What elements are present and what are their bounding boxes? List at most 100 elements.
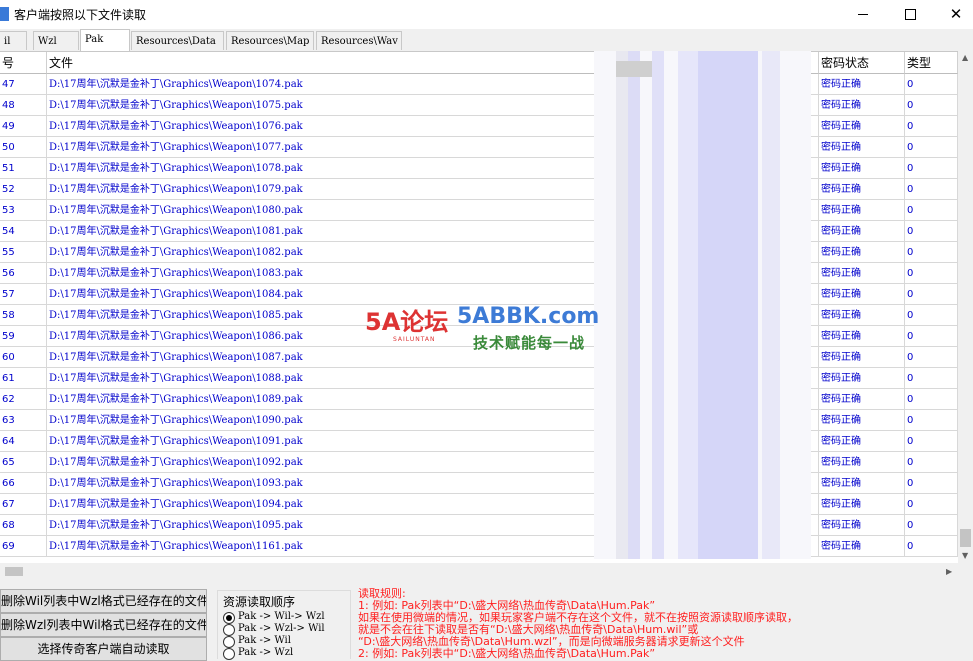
cell-type: 0: [905, 347, 958, 368]
tab-pak[interactable]: Pak: [80, 29, 130, 51]
cell-status: 密码正确: [819, 305, 905, 326]
scroll-thumb[interactable]: [960, 529, 971, 547]
table-row[interactable]: 54 D:\17周年\沉默是金补丁\Graphics\Weapon\1081.pa…: [0, 221, 958, 242]
cell-type: 0: [905, 263, 958, 284]
table-row[interactable]: 52 D:\17周年\沉默是金补丁\Graphics\Weapon\1079.pa…: [0, 179, 958, 200]
table-row[interactable]: 56 D:\17周年\沉默是金补丁\Graphics\Weapon\1083.pa…: [0, 263, 958, 284]
cell-index: 48: [0, 95, 47, 116]
radio-order-wzl[interactable]: Pak -> Wzl: [223, 647, 353, 660]
cell-type: 0: [905, 200, 958, 221]
cell-index: 50: [0, 137, 47, 158]
delete-wil-duplicates-button[interactable]: 删除Wil列表中Wzl格式已经存在的文件: [0, 589, 207, 613]
cell-type: 0: [905, 137, 958, 158]
cell-type: 0: [905, 494, 958, 515]
cell-type: 0: [905, 389, 958, 410]
radio-icon[interactable]: [223, 636, 235, 648]
table-row[interactable]: 51 D:\17周年\沉默是金补丁\Graphics\Weapon\1078.pa…: [0, 158, 958, 179]
cell-status: 密码正确: [819, 431, 905, 452]
table-row[interactable]: 55 D:\17周年\沉默是金补丁\Graphics\Weapon\1082.pa…: [0, 242, 958, 263]
tab-wil[interactable]: il: [0, 31, 27, 50]
cell-status: 密码正确: [819, 95, 905, 116]
cell-status: 密码正确: [819, 473, 905, 494]
cell-type: 0: [905, 95, 958, 116]
cell-index: 68: [0, 515, 47, 536]
tab-strip: il Wzl Pak Resources\Data Resources\Map …: [0, 29, 973, 51]
scroll-up-icon[interactable]: ▲: [962, 53, 968, 62]
cell-status: 密码正确: [819, 368, 905, 389]
radio-label: Pak -> Wzl: [238, 647, 294, 658]
cell-status: 密码正确: [819, 137, 905, 158]
cell-status: 密码正确: [819, 179, 905, 200]
cell-index: 47: [0, 74, 47, 95]
cell-index: 59: [0, 326, 47, 347]
table-row[interactable]: 48 D:\17周年\沉默是金补丁\Graphics\Weapon\1075.pa…: [0, 95, 958, 116]
blur-band: [762, 51, 780, 559]
tab-resources-map[interactable]: Resources\Map: [226, 31, 314, 50]
cell-type: 0: [905, 410, 958, 431]
cell-index: 53: [0, 200, 47, 221]
radio-label: Pak -> Wil: [238, 635, 291, 646]
cell-status: 密码正确: [819, 515, 905, 536]
table-row[interactable]: 47 D:\17周年\沉默是金补丁\Graphics\Weapon\1074.pa…: [0, 74, 958, 95]
radio-icon[interactable]: [223, 648, 235, 660]
minimize-button[interactable]: [840, 0, 886, 29]
table-row[interactable]: 66 D:\17周年\沉默是金补丁\Graphics\Weapon\1093.pa…: [0, 473, 958, 494]
cell-index: 54: [0, 221, 47, 242]
cell-index: 51: [0, 158, 47, 179]
cell-status: 密码正确: [819, 389, 905, 410]
watermark-site: 5ABBK.com: [457, 304, 600, 329]
table-row[interactable]: 64 D:\17周年\沉默是金补丁\Graphics\Weapon\1091.pa…: [0, 431, 958, 452]
table-row[interactable]: 62 D:\17周年\沉默是金补丁\Graphics\Weapon\1089.pa…: [0, 389, 958, 410]
cell-type: 0: [905, 431, 958, 452]
auto-read-client-button[interactable]: 选择传奇客户端自动读取: [0, 637, 207, 661]
cell-type: 0: [905, 473, 958, 494]
scroll-right-icon[interactable]: ▶: [946, 567, 952, 576]
tab-wzl[interactable]: Wzl: [33, 31, 79, 50]
horizontal-scrollbar[interactable]: ▶: [0, 563, 973, 580]
vertical-scrollbar[interactable]: ▲ ▼: [958, 51, 973, 563]
blur-header-block: [616, 61, 652, 77]
cell-status: 密码正确: [819, 221, 905, 242]
table-row[interactable]: 50 D:\17周年\沉默是金补丁\Graphics\Weapon\1077.pa…: [0, 137, 958, 158]
table-row[interactable]: 69 D:\17周年\沉默是金补丁\Graphics\Weapon\1161.pa…: [0, 536, 958, 557]
cell-type: 0: [905, 179, 958, 200]
cell-status: 密码正确: [819, 452, 905, 473]
cell-type: 0: [905, 158, 958, 179]
hscroll-thumb[interactable]: [5, 567, 23, 576]
watermark-slogan: 技术赋能每一战: [473, 334, 586, 352]
table-row[interactable]: 68 D:\17周年\沉默是金补丁\Graphics\Weapon\1095.pa…: [0, 515, 958, 536]
cell-status: 密码正确: [819, 200, 905, 221]
radio-icon[interactable]: [223, 624, 235, 636]
tab-resources-data[interactable]: Resources\Data: [131, 31, 224, 50]
cell-type: 0: [905, 368, 958, 389]
table-row[interactable]: 61 D:\17周年\沉默是金补丁\Graphics\Weapon\1088.pa…: [0, 368, 958, 389]
table-row[interactable]: 65 D:\17周年\沉默是金补丁\Graphics\Weapon\1092.pa…: [0, 452, 958, 473]
column-header-index[interactable]: 号: [0, 52, 47, 74]
table-row[interactable]: 67 D:\17周年\沉默是金补丁\Graphics\Weapon\1094.pa…: [0, 494, 958, 515]
rules-line: 2: 例如: Pak列表中“D:\盛大网络\热血传奇\Data\Hum.Pak”: [358, 647, 656, 660]
cell-type: 0: [905, 221, 958, 242]
table-row[interactable]: 63 D:\17周年\沉默是金补丁\Graphics\Weapon\1090.pa…: [0, 410, 958, 431]
maximize-icon: [904, 9, 916, 20]
blurred-region: [594, 51, 811, 559]
radio-selected-icon[interactable]: [223, 612, 235, 624]
scroll-down-icon[interactable]: ▼: [962, 551, 968, 560]
cell-status: 密码正确: [819, 284, 905, 305]
cell-index: 66: [0, 473, 47, 494]
cell-type: 0: [905, 326, 958, 347]
cell-index: 57: [0, 284, 47, 305]
cell-status: 密码正确: [819, 410, 905, 431]
maximize-button[interactable]: [887, 0, 933, 29]
column-header-type[interactable]: 类型: [905, 52, 958, 74]
delete-wzl-duplicates-button[interactable]: 删除Wzl列表中Wil格式已经存在的文件: [0, 613, 207, 637]
table-row[interactable]: 49 D:\17周年\沉默是金补丁\Graphics\Weapon\1076.pa…: [0, 116, 958, 137]
tab-resources-wav[interactable]: Resources\Wav: [316, 31, 402, 50]
cell-status: 密码正确: [819, 536, 905, 557]
close-button[interactable]: ✕: [933, 0, 973, 29]
cell-type: 0: [905, 452, 958, 473]
cell-status: 密码正确: [819, 263, 905, 284]
table-row[interactable]: 53 D:\17周年\沉默是金补丁\Graphics\Weapon\1080.pa…: [0, 200, 958, 221]
cell-status: 密码正确: [819, 494, 905, 515]
cell-index: 56: [0, 263, 47, 284]
column-header-status[interactable]: 密码状态: [819, 52, 905, 74]
